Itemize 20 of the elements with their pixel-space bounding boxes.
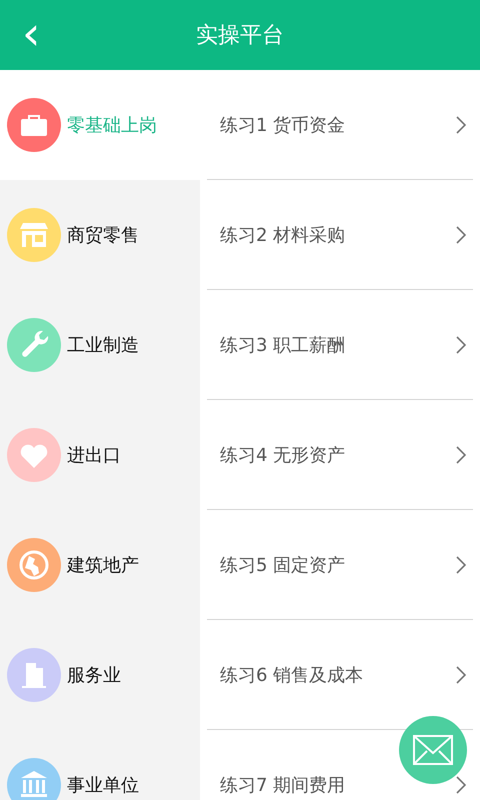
chevron-icon xyxy=(455,444,467,464)
mail-button[interactable] xyxy=(399,716,467,784)
page-title: 实操平台 xyxy=(196,22,284,50)
category-item[interactable]: 建筑地产 xyxy=(0,510,200,620)
category-item[interactable]: 工业制造 xyxy=(0,290,200,400)
chevron-icon xyxy=(455,114,467,134)
category-item[interactable]: 服务业 xyxy=(0,620,200,730)
category-item[interactable]: 事业单位 xyxy=(0,730,200,800)
exercise-item[interactable]: 练习3 职工薪酬 xyxy=(207,290,473,400)
chevron-icon xyxy=(455,664,467,684)
category-item[interactable]: 进出口 xyxy=(0,400,200,510)
exercise-item[interactable]: 练习2 材料采购 xyxy=(207,180,473,290)
chevron-icon xyxy=(455,554,467,574)
chevron-icon xyxy=(455,334,467,354)
exercise-item[interactable]: 练习5 固定资产 xyxy=(207,510,473,620)
chevron-icon xyxy=(455,774,467,794)
exercise-item[interactable]: 练习4 无形资产 xyxy=(207,400,473,510)
exercise-item[interactable]: 练习1 货币资金 xyxy=(207,70,473,180)
category-item[interactable]: 商贸零售 xyxy=(0,180,200,290)
chevron-icon xyxy=(455,224,467,244)
